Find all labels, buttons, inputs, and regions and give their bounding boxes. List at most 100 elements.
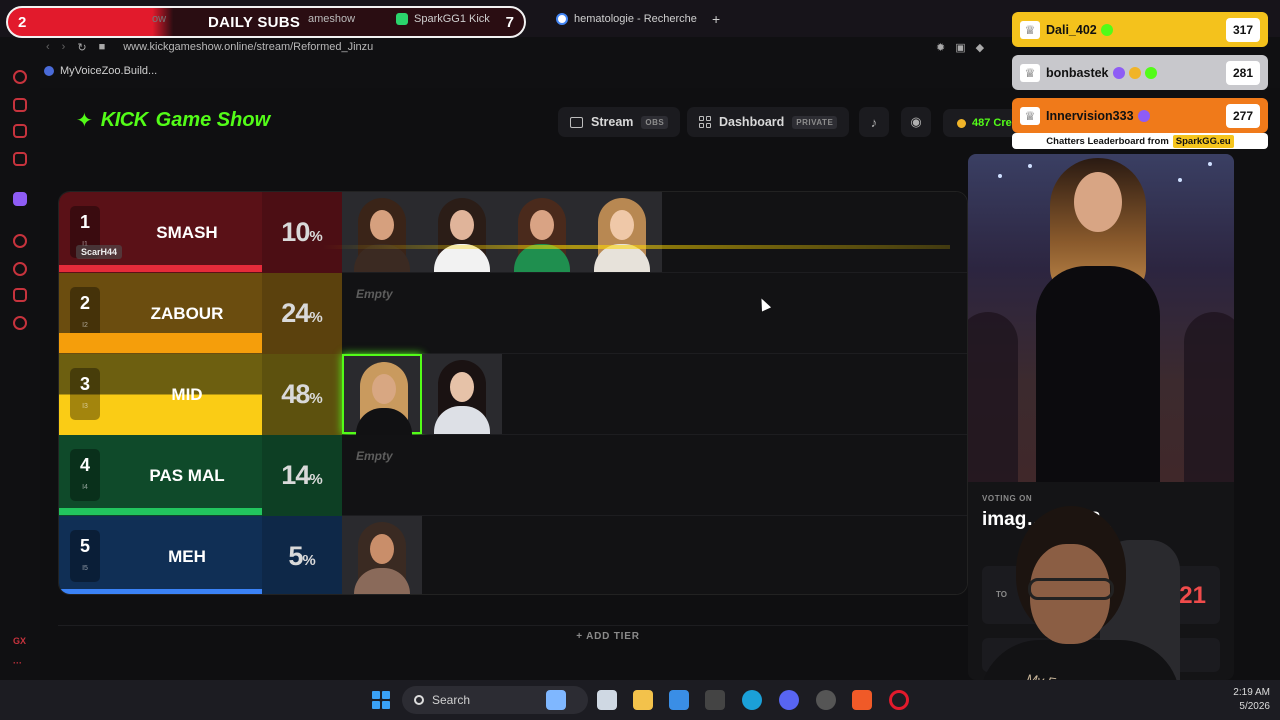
tier-drop-zone[interactable] <box>342 516 967 594</box>
sparkle-icon: ✦ <box>76 110 93 132</box>
tier-percent-value: 10 <box>281 217 310 247</box>
twitch-icon[interactable] <box>13 192 27 206</box>
tab-google[interactable]: hematologie - Recherche <box>556 8 697 30</box>
aria-icon[interactable] <box>13 98 27 112</box>
credits-badge[interactable]: 487 Cre <box>943 109 1023 137</box>
bell-icon: ◉ <box>910 114 922 129</box>
logo-kick: KICK <box>100 109 148 131</box>
tier-rank-box[interactable]: 4 I4 <box>70 449 100 501</box>
store-icon[interactable] <box>669 690 689 710</box>
tier-image[interactable] <box>342 354 422 436</box>
tier-row: 2 I2 ZABOUR 24 % Empty <box>59 273 967 354</box>
stream-label: Stream <box>591 115 634 129</box>
leaderboard-footer: Chatters Leaderboard from SparkGG.eu <box>1012 133 1268 149</box>
tier-drop-zone[interactable]: Empty <box>342 435 967 516</box>
speed-dial-icon[interactable] <box>13 70 27 84</box>
reload-icon[interactable]: ↻ <box>77 41 86 54</box>
shield-icon[interactable]: ◆ <box>976 41 984 54</box>
bookmark-item[interactable]: MyVoiceZoo.Build... <box>60 65 157 77</box>
tier-color-bar <box>59 589 262 594</box>
url-field[interactable]: www.kickgameshow.online/stream/Reformed_… <box>123 41 373 53</box>
crown-icon: ♕ <box>1020 63 1040 82</box>
footer-brand: SparkGG.eu <box>1172 134 1234 148</box>
app-icon[interactable] <box>816 690 836 710</box>
history-icon[interactable] <box>13 262 27 276</box>
leaderboard-row: ♕ Dali_402 317 <box>1012 12 1268 47</box>
empty-placeholder: Empty <box>356 287 393 301</box>
tier-percent: 14 % <box>262 435 342 516</box>
app-logo[interactable]: ✦ KICK Game Show <box>76 108 270 133</box>
brave-icon[interactable] <box>852 690 872 710</box>
logo-game-show: Game Show <box>155 109 271 131</box>
tier-label[interactable]: MEH <box>112 516 262 594</box>
tier-row: 3 I3 MID 48 % <box>59 354 967 436</box>
tier-drop-zone[interactable]: Empty <box>342 273 967 354</box>
windows-start-icon[interactable] <box>372 691 390 709</box>
tab-2[interactable]: ameshow <box>308 8 355 30</box>
tier-percent-value: 14 <box>281 460 310 490</box>
badge-icon <box>1112 66 1125 79</box>
tier-label[interactable]: MID <box>112 354 262 435</box>
leaderboard-score: 281 <box>1226 60 1260 85</box>
player-icon[interactable] <box>13 234 27 248</box>
badge-icon <box>1137 109 1150 122</box>
tab-sparkgg[interactable]: SparkGG1 Kick <box>396 8 490 30</box>
file-explorer-icon[interactable] <box>633 690 653 710</box>
unity-icon[interactable] <box>705 690 725 710</box>
tier-label[interactable]: SMASH <box>112 192 262 273</box>
edge-icon[interactable] <box>742 690 762 710</box>
notifications-button[interactable]: ◉ <box>901 107 931 137</box>
address-right-icons: ✹ ▣ ◆ <box>936 41 984 54</box>
tier-rank: 3 <box>79 374 90 394</box>
leaderboard-name: Innervision333 <box>1046 108 1134 123</box>
glasses-icon <box>1028 578 1114 600</box>
settings-icon[interactable] <box>13 316 27 330</box>
file-view-icon[interactable] <box>597 690 617 710</box>
opera-gx-icon[interactable] <box>889 690 909 710</box>
tier-image[interactable] <box>502 192 582 272</box>
leaderboard-score: 317 <box>1226 17 1260 42</box>
back-icon[interactable]: ‹ <box>46 41 50 54</box>
more-icon[interactable]: ··· <box>13 658 22 668</box>
empty-placeholder: Empty <box>356 449 393 463</box>
stream-button[interactable]: Stream OBS <box>558 107 681 137</box>
drag-user-tag: ScarH44 <box>76 245 123 259</box>
tier-image[interactable] <box>422 192 502 272</box>
tab-1[interactable]: ow <box>152 8 166 30</box>
taskbar-clock[interactable]: 2:19 AM 5/2026 <box>1226 686 1270 714</box>
tier-rank-cell: 3 I3 <box>59 354 112 435</box>
dashboard-button[interactable]: Dashboard PRIVATE <box>687 107 850 137</box>
volume-button[interactable]: ♪ <box>859 107 889 137</box>
date: 5/2026 <box>1239 701 1270 712</box>
private-tag: PRIVATE <box>792 115 838 129</box>
tier-rank-box[interactable]: 3 I3 <box>70 368 100 420</box>
tv-icon <box>570 116 583 128</box>
gx-label[interactable]: GX <box>13 636 26 646</box>
tier-image[interactable] <box>422 354 502 434</box>
extensions-icon[interactable] <box>13 288 27 302</box>
tier-drop-zone[interactable] <box>342 192 967 273</box>
tier-percent: 5 % <box>262 516 342 594</box>
tier-color-bar <box>59 427 262 434</box>
tier-percent-value: 48 <box>281 379 310 409</box>
tier-label[interactable]: PAS MAL <box>112 435 262 516</box>
new-tab-button[interactable]: + <box>712 8 720 30</box>
tier-rank-box[interactable]: 5 I5 <box>70 530 100 582</box>
forward-icon[interactable]: › <box>62 41 66 54</box>
screenshot-icon[interactable]: ▣ <box>955 41 965 54</box>
tier-image[interactable] <box>582 192 662 272</box>
tier-rank-box[interactable]: 2 I2 <box>70 287 100 339</box>
pin-icon[interactable]: ✹ <box>936 41 945 54</box>
tier-image[interactable] <box>342 516 422 594</box>
tier-row: 4 I4 PAS MAL 14 % Empty <box>59 435 967 516</box>
tier-drop-zone[interactable] <box>342 354 967 436</box>
tier-image[interactable] <box>342 192 422 272</box>
copilot-icon[interactable] <box>546 690 566 710</box>
discord-icon[interactable] <box>779 690 799 710</box>
tab-label: ow <box>152 13 167 25</box>
mail-icon[interactable] <box>13 152 27 166</box>
tier-key: I5 <box>82 565 88 572</box>
leaderboard-row: ♕ bonbastek 281 <box>1012 55 1268 90</box>
pen-icon[interactable] <box>13 124 27 138</box>
tier-rank: 1 <box>79 212 90 232</box>
